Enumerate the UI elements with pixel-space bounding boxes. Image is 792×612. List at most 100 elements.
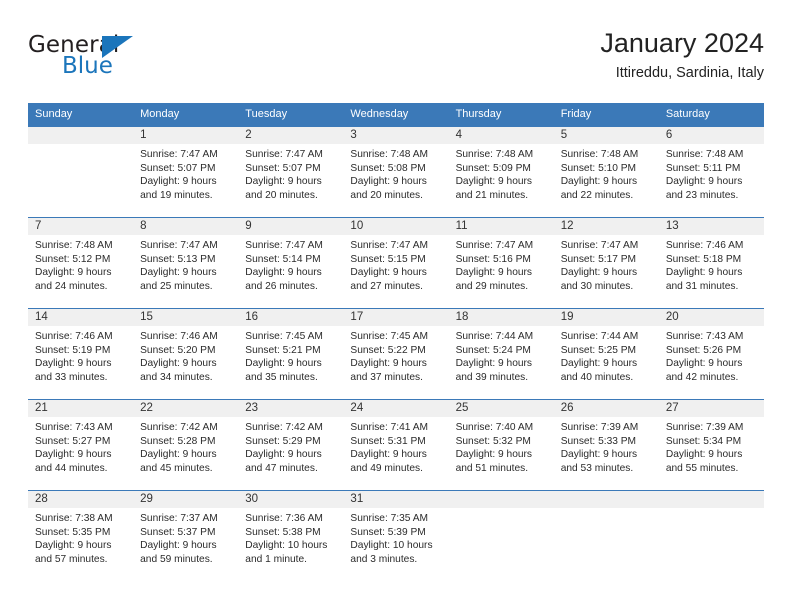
calendar-cell: 22 Sunrise: 7:42 AM Sunset: 5:28 PM Dayligh…	[133, 399, 239, 491]
sunrise-text: Sunrise: 7:48 AM	[35, 240, 113, 251]
sunrise-text: Sunrise: 7:47 AM	[560, 240, 639, 251]
day-cell[interactable]: 8 Sunrise: 7:47 AM Sunset: 5:13 PM Daylight…	[133, 218, 239, 308]
general-blue-logo[interactable]: General Blue	[28, 32, 208, 88]
day-details: Sunrise: 7:42 AM Sunset: 5:29 PM Daylight:…	[238, 417, 343, 475]
day-cell[interactable]: 25 Sunrise: 7:40 AM Sunset: 5:32 PM Dayligh…	[448, 400, 554, 490]
day-cell[interactable]: 7 Sunrise: 7:48 AM Sunset: 5:12 PM Daylight…	[28, 218, 134, 308]
day-cell[interactable]: 23 Sunrise: 7:42 AM Sunset: 5:29 PM Dayligh…	[238, 400, 344, 490]
day-cell[interactable]: 5 Sunrise: 7:48 AM Sunset: 5:10 PM Daylight…	[553, 127, 659, 217]
day-number: 9	[238, 218, 344, 235]
calendar-page: General Blue January 2024 Ittireddu, Sar…	[0, 0, 792, 612]
day-details: Sunrise: 7:45 AM Sunset: 5:22 PM Daylight:…	[343, 326, 448, 384]
day-number: 8	[133, 218, 239, 235]
day-cell[interactable]: 2 Sunrise: 7:47 AM Sunset: 5:07 PM Daylight…	[238, 127, 344, 217]
calendar-cell: 26 Sunrise: 7:39 AM Sunset: 5:33 PM Dayligh…	[553, 399, 659, 491]
day-details: Sunrise: 7:43 AM Sunset: 5:26 PM Daylight:…	[659, 326, 764, 384]
day-cell[interactable]: 14 Sunrise: 7:46 AM Sunset: 5:19 PM Dayligh…	[28, 309, 134, 399]
day-details: Sunrise: 7:47 AM Sunset: 5:07 PM Daylight:…	[238, 144, 343, 202]
sunrise-text: Sunrise: 7:42 AM	[140, 422, 218, 433]
day-cell[interactable]: 31 Sunrise: 7:35 AM Sunset: 5:39 PM Dayligh…	[343, 491, 449, 581]
daylight-text-line2: and 25 minutes.	[140, 280, 213, 292]
daylight-text-line2: and 22 minutes.	[560, 189, 634, 201]
daylight-text-line1: Daylight: 9 hours	[350, 267, 427, 279]
day-cell[interactable]: 13 Sunrise: 7:46 AM Sunset: 5:18 PM Dayligh…	[658, 218, 764, 308]
calendar-cell: 2 Sunrise: 7:47 AM Sunset: 5:07 PM Daylight…	[238, 127, 344, 218]
sunrise-text: Sunrise: 7:46 AM	[35, 331, 113, 342]
empty-day-cell	[658, 491, 764, 581]
weekday-header-friday: Friday	[553, 103, 659, 127]
day-number: 24	[343, 400, 449, 417]
daylight-text-line2: and 51 minutes.	[455, 462, 529, 474]
day-cell[interactable]: 27 Sunrise: 7:39 AM Sunset: 5:34 PM Dayligh…	[658, 400, 764, 490]
sunset-text: Sunset: 5:33 PM	[560, 435, 637, 447]
calendar-cell: 29 Sunrise: 7:37 AM Sunset: 5:37 PM Dayligh…	[133, 490, 239, 581]
calendar-week-row: 14 Sunrise: 7:46 AM Sunset: 5:19 PM Dayligh…	[28, 308, 764, 400]
sunrise-text: Sunrise: 7:37 AM	[140, 513, 218, 524]
daylight-text-line1: Daylight: 9 hours	[350, 176, 427, 188]
sunset-text: Sunset: 5:08 PM	[350, 162, 426, 174]
sunset-text: Sunset: 5:11 PM	[665, 162, 741, 174]
sunset-text: Sunset: 5:19 PM	[35, 344, 111, 356]
daylight-text-line1: Daylight: 9 hours	[455, 358, 533, 370]
sunrise-text: Sunrise: 7:47 AM	[455, 240, 534, 251]
daylight-text-line1: Daylight: 10 hours	[350, 540, 433, 552]
day-details: Sunrise: 7:47 AM Sunset: 5:14 PM Daylight:…	[238, 235, 343, 293]
day-number: 11	[448, 218, 554, 235]
day-details: Sunrise: 7:36 AM Sunset: 5:38 PM Daylight:…	[238, 508, 343, 566]
sunrise-text: Sunrise: 7:47 AM	[350, 240, 429, 251]
day-number: 10	[343, 218, 449, 235]
day-cell[interactable]: 16 Sunrise: 7:45 AM Sunset: 5:21 PM Dayligh…	[238, 309, 344, 399]
day-cell[interactable]: 9 Sunrise: 7:47 AM Sunset: 5:14 PM Daylight…	[238, 218, 344, 308]
day-cell[interactable]: 28 Sunrise: 7:38 AM Sunset: 5:35 PM Dayligh…	[28, 491, 134, 581]
daylight-text-line2: and 27 minutes.	[350, 280, 423, 292]
day-cell[interactable]: 15 Sunrise: 7:46 AM Sunset: 5:20 PM Dayligh…	[133, 309, 239, 399]
day-cell[interactable]: 20 Sunrise: 7:43 AM Sunset: 5:26 PM Dayligh…	[658, 309, 764, 399]
day-cell[interactable]: 22 Sunrise: 7:42 AM Sunset: 5:28 PM Dayligh…	[133, 400, 239, 490]
day-cell[interactable]: 19 Sunrise: 7:44 AM Sunset: 5:25 PM Dayligh…	[553, 309, 659, 399]
calendar-cell: 9 Sunrise: 7:47 AM Sunset: 5:14 PM Daylight…	[238, 217, 344, 309]
day-cell[interactable]: 30 Sunrise: 7:36 AM Sunset: 5:38 PM Dayligh…	[238, 491, 344, 581]
sunrise-text: Sunrise: 7:42 AM	[245, 422, 323, 433]
daylight-text-line1: Daylight: 9 hours	[35, 540, 112, 552]
daylight-text-line2: and 19 minutes.	[140, 189, 213, 201]
day-cell[interactable]: 26 Sunrise: 7:39 AM Sunset: 5:33 PM Dayligh…	[553, 400, 659, 490]
day-cell[interactable]: 4 Sunrise: 7:48 AM Sunset: 5:09 PM Daylight…	[448, 127, 554, 217]
sunset-text: Sunset: 5:32 PM	[455, 435, 531, 447]
daylight-text-line2: and 44 minutes.	[35, 462, 108, 474]
calendar-cell: 3 Sunrise: 7:48 AM Sunset: 5:08 PM Daylight…	[343, 127, 449, 218]
calendar-cell: 28 Sunrise: 7:38 AM Sunset: 5:35 PM Dayligh…	[28, 490, 134, 581]
sunrise-text: Sunrise: 7:43 AM	[665, 331, 744, 342]
day-cell[interactable]: 21 Sunrise: 7:43 AM Sunset: 5:27 PM Dayligh…	[28, 400, 134, 490]
weekday-header-saturday: Saturday	[658, 103, 764, 127]
sunset-text: Sunset: 5:07 PM	[140, 162, 216, 174]
day-cell[interactable]: 29 Sunrise: 7:37 AM Sunset: 5:37 PM Dayligh…	[133, 491, 239, 581]
weekday-header-tuesday: Tuesday	[238, 103, 344, 127]
empty-day-cell	[448, 491, 554, 581]
day-cell[interactable]: 11 Sunrise: 7:47 AM Sunset: 5:16 PM Dayligh…	[448, 218, 554, 308]
day-cell[interactable]: 3 Sunrise: 7:48 AM Sunset: 5:08 PM Daylight…	[343, 127, 449, 217]
day-details: Sunrise: 7:42 AM Sunset: 5:28 PM Daylight:…	[133, 417, 238, 475]
sunrise-text: Sunrise: 7:35 AM	[350, 513, 429, 524]
sunset-text: Sunset: 5:21 PM	[245, 344, 321, 356]
calendar-cell: 1 Sunrise: 7:47 AM Sunset: 5:07 PM Daylight…	[133, 127, 239, 218]
sunrise-text: Sunrise: 7:48 AM	[665, 149, 744, 160]
sunset-text: Sunset: 5:25 PM	[560, 344, 637, 356]
calendar-cell: 24 Sunrise: 7:41 AM Sunset: 5:31 PM Dayligh…	[343, 399, 449, 491]
day-cell[interactable]: 1 Sunrise: 7:47 AM Sunset: 5:07 PM Daylight…	[133, 127, 239, 217]
daylight-text-line1: Daylight: 9 hours	[245, 267, 322, 279]
day-cell[interactable]: 17 Sunrise: 7:45 AM Sunset: 5:22 PM Dayligh…	[343, 309, 449, 399]
daylight-text-line2: and 34 minutes.	[140, 371, 213, 383]
day-cell[interactable]: 12 Sunrise: 7:47 AM Sunset: 5:17 PM Dayligh…	[553, 218, 659, 308]
daylight-text-line1: Daylight: 9 hours	[560, 358, 638, 370]
daylight-text-line2: and 47 minutes.	[245, 462, 318, 474]
empty-day-cell	[553, 491, 659, 581]
sunset-text: Sunset: 5:29 PM	[245, 435, 321, 447]
daylight-text-line1: Daylight: 10 hours	[245, 540, 328, 552]
day-cell[interactable]: 6 Sunrise: 7:48 AM Sunset: 5:11 PM Daylight…	[658, 127, 764, 217]
day-cell[interactable]: 18 Sunrise: 7:44 AM Sunset: 5:24 PM Dayligh…	[448, 309, 554, 399]
day-cell[interactable]: 10 Sunrise: 7:47 AM Sunset: 5:15 PM Dayligh…	[343, 218, 449, 308]
daylight-text-line1: Daylight: 9 hours	[665, 358, 743, 370]
day-cell[interactable]: 24 Sunrise: 7:41 AM Sunset: 5:31 PM Dayligh…	[343, 400, 449, 490]
day-number: 27	[658, 400, 764, 417]
day-number: 3	[343, 127, 449, 144]
